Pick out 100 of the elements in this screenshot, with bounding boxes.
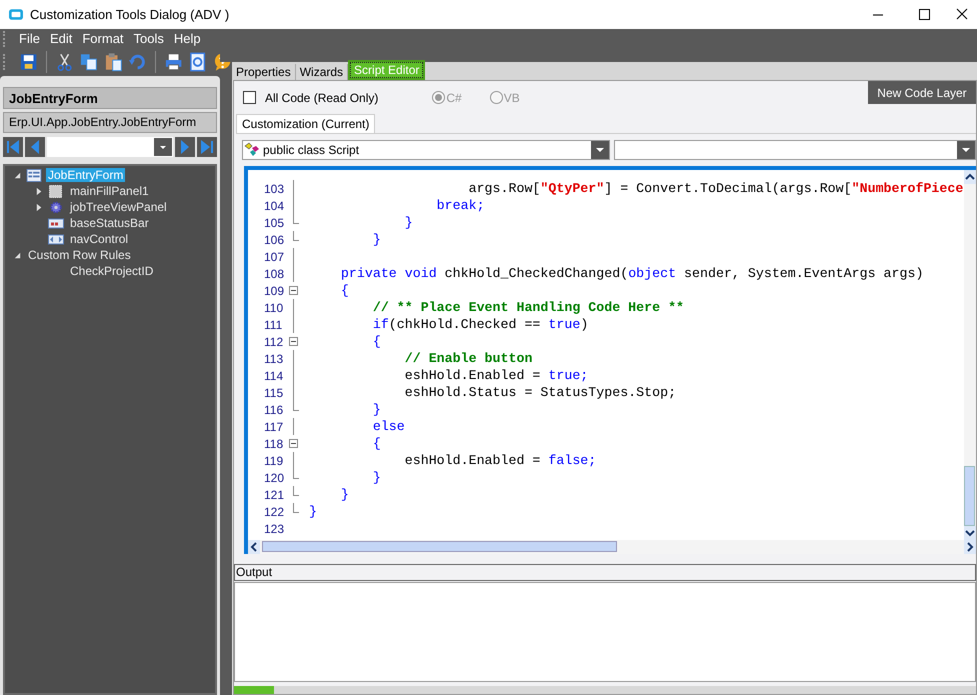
code-line: private void chkHold_CheckedChanged(object sender, System.EventArgs args) xyxy=(340,266,924,281)
line-number: 106 xyxy=(264,232,286,246)
fold-end-marker xyxy=(293,401,299,411)
code-editor[interactable] xyxy=(244,166,976,554)
tree-item[interactable]: mainFillPanel1 xyxy=(68,184,151,198)
printer-icon[interactable] xyxy=(164,52,184,72)
line-number: 115 xyxy=(264,386,284,400)
collapse-icon[interactable] xyxy=(13,250,22,260)
window-title: Customization Tools Dialog (ADV ) xyxy=(30,7,230,22)
code-line: { xyxy=(340,283,349,298)
form-class-label: Erp.UI.App.JobEntry.JobEntryForm xyxy=(3,112,217,133)
expand-icon[interactable] xyxy=(35,186,44,196)
scrollbar-thumb[interactable] xyxy=(964,466,975,526)
tree-item[interactable]: baseStatusBar xyxy=(68,216,151,230)
code-line: // ** Place Event Handling Code Here ** xyxy=(372,300,684,315)
collapse-icon[interactable] xyxy=(13,170,22,180)
code-line: if(chkHold.Checked == true) xyxy=(372,317,588,332)
copy-icon[interactable] xyxy=(79,52,99,72)
new-code-layer-button[interactable]: New Code Layer xyxy=(868,81,976,104)
line-number: 122 xyxy=(264,504,286,518)
menu-item[interactable]: Edit xyxy=(44,31,78,46)
tree-item[interactable]: jobTreeViewPanel xyxy=(68,200,169,214)
line-number: 111 xyxy=(264,318,284,332)
tree-item[interactable]: CheckProjectID xyxy=(68,264,156,278)
code-line: eshHold.Enabled = true; xyxy=(404,368,588,383)
checkbox-label: All Code (Read Only) xyxy=(265,90,378,104)
class-icon xyxy=(244,142,260,158)
line-number: 105 xyxy=(264,216,286,230)
fold-end-marker xyxy=(293,214,299,224)
print-preview-icon[interactable] xyxy=(188,52,208,72)
radio-label: VB xyxy=(504,90,520,104)
line-number: 110 xyxy=(264,300,284,314)
collapse-icon[interactable] xyxy=(289,337,298,346)
line-number: 114 xyxy=(264,368,284,382)
menu-item[interactable]: Tools xyxy=(128,31,169,46)
member-dropdown[interactable] xyxy=(614,140,976,160)
tree-item[interactable]: navControl xyxy=(68,232,130,246)
line-number: 118 xyxy=(264,436,284,450)
save-icon[interactable] xyxy=(18,52,38,72)
class-dropdown[interactable]: public class Script xyxy=(242,140,610,160)
line-number: 112 xyxy=(264,334,284,348)
output-header: Output xyxy=(234,564,976,581)
radio-button[interactable] xyxy=(432,91,446,104)
scroll-down-icon[interactable] xyxy=(964,526,976,540)
code-line: else xyxy=(372,419,405,434)
collapse-icon[interactable] xyxy=(289,286,298,295)
scroll-up-icon[interactable] xyxy=(964,170,976,184)
scroll-left-icon[interactable] xyxy=(248,540,260,554)
form-name-header: JobEntryForm xyxy=(3,87,217,109)
code-line: { xyxy=(372,334,381,349)
code-line: args.Row["QtyPer"] = Convert.ToDecimal(args.Row["NumberofPiece xyxy=(468,181,964,196)
code-line: } xyxy=(404,215,413,230)
fold-end-marker xyxy=(293,469,299,479)
code-line: eshHold.Status = StatusTypes.Stop; xyxy=(404,385,676,400)
menu-item[interactable]: File xyxy=(14,31,45,46)
tab[interactable]: Customization (Current) xyxy=(236,114,376,133)
line-number: 123 xyxy=(264,522,286,536)
code-line: { xyxy=(372,436,381,451)
line-number: 119 xyxy=(264,454,284,468)
checkbox[interactable] xyxy=(243,91,256,104)
panel-icon xyxy=(48,184,64,198)
scissors-icon[interactable] xyxy=(55,52,74,72)
fold-end-marker xyxy=(293,486,299,496)
record-dropdown[interactable] xyxy=(47,137,173,157)
form-icon xyxy=(26,168,42,182)
radio-label: C# xyxy=(446,90,462,104)
line-number: 108 xyxy=(264,266,286,280)
code-line: } xyxy=(372,232,381,247)
menu-item[interactable]: Format xyxy=(77,31,129,46)
line-number: 116 xyxy=(264,402,284,416)
menu-item[interactable]: Help xyxy=(168,31,206,46)
collapse-icon[interactable] xyxy=(289,439,298,448)
line-number: 120 xyxy=(264,470,286,484)
code-line: break; xyxy=(436,198,485,213)
code-line: } xyxy=(372,402,381,417)
code-line: } xyxy=(309,504,317,519)
line-number: 117 xyxy=(264,420,284,434)
code-line: eshHold.Enabled = false; xyxy=(404,453,596,468)
fold-guide-line xyxy=(293,418,294,435)
fold-end-marker xyxy=(293,503,299,513)
paste-icon[interactable] xyxy=(104,52,123,72)
code-line: // Enable button xyxy=(404,351,532,366)
code-line: } xyxy=(372,470,381,485)
status-bar-icon xyxy=(48,216,64,230)
scrollbar-thumb[interactable] xyxy=(262,541,617,552)
line-number: 109 xyxy=(264,284,286,298)
tree-item[interactable]: Custom Row Rules xyxy=(26,248,133,262)
horizontal-scrollbar[interactable] xyxy=(248,540,976,554)
line-number: 107 xyxy=(264,250,286,264)
line-number: 113 xyxy=(264,352,284,366)
code-line: } xyxy=(340,487,349,502)
scroll-right-icon[interactable] xyxy=(964,540,976,554)
fold-end-marker xyxy=(293,231,299,241)
radio-button[interactable] xyxy=(490,91,503,104)
vertical-scrollbar[interactable] xyxy=(964,170,976,540)
line-number: 103 xyxy=(264,182,286,196)
expand-icon[interactable] xyxy=(35,202,44,212)
app-icon xyxy=(9,9,23,20)
fold-guide-line xyxy=(293,452,294,469)
gear-icon xyxy=(48,200,64,214)
